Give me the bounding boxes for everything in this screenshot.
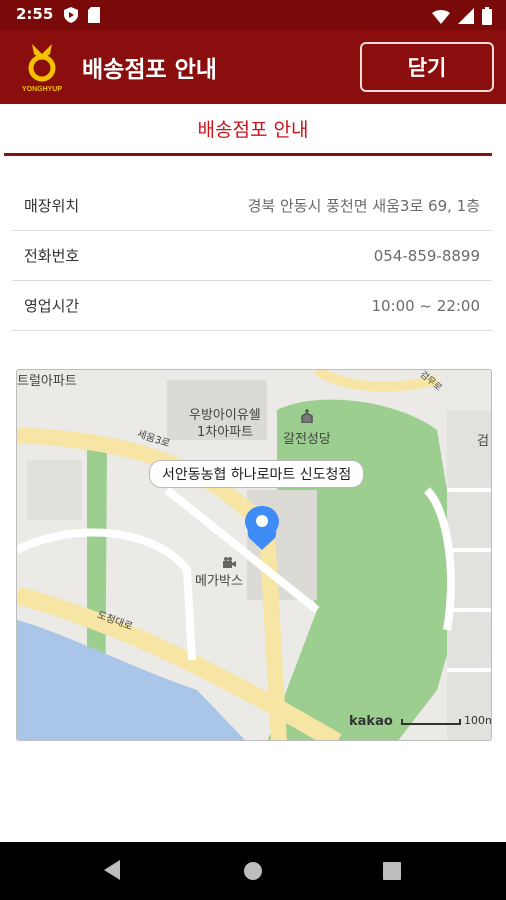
info-row-hours: 영업시간 10:00 ~ 22:00 xyxy=(12,281,492,331)
info-label: 전화번호 xyxy=(24,247,80,265)
info-value: 경북 안동시 풍천면 새움3로 69, 1층 xyxy=(247,197,480,215)
battery-icon xyxy=(482,7,492,29)
app-header: YONGHYUP 배송점포 안내 닫기 xyxy=(0,30,506,104)
section-title: 배송점포 안내 xyxy=(197,119,309,141)
map-label-apartment: 트럴아파트 xyxy=(17,374,77,389)
info-label: 영업시간 xyxy=(24,297,80,315)
status-time: 2:55 xyxy=(16,5,54,23)
store-map[interactable]: 트럴아파트 우방아이유쉘 1차아파트 갈전성당 메가박스 도청대로 세움3로 검… xyxy=(16,369,492,741)
wifi-icon xyxy=(432,9,450,28)
map-label-church: 갈전성당 xyxy=(283,432,331,447)
church-icon xyxy=(301,408,313,427)
home-icon[interactable] xyxy=(243,861,263,885)
logo-text: YONGHYUP xyxy=(22,86,62,93)
back-icon[interactable] xyxy=(102,859,122,885)
cinema-icon xyxy=(222,554,236,573)
info-row-phone: 전화번호 054-859-8899 xyxy=(12,231,492,281)
section-divider xyxy=(4,153,492,156)
map-base xyxy=(17,370,491,740)
nonghyup-logo: YONGHYUP xyxy=(14,40,70,94)
info-row-location: 매장위치 경북 안동시 풍천면 새움3로 69, 1층 xyxy=(12,181,492,231)
cellular-signal-icon xyxy=(458,8,474,28)
store-callout[interactable]: 서안동농협 하나로마트 신도청점 xyxy=(149,460,365,488)
status-bar: 2:55 xyxy=(0,0,506,30)
recents-icon[interactable] xyxy=(383,862,401,884)
system-nav-bar xyxy=(0,842,506,900)
info-value: 10:00 ~ 22:00 xyxy=(371,296,480,315)
map-label-edge: 검 xyxy=(477,434,489,449)
close-button[interactable]: 닫기 xyxy=(360,42,494,92)
header-title: 배송점포 안내 xyxy=(82,57,217,83)
map-scale-label: 100m xyxy=(464,714,491,727)
info-label: 매장위치 xyxy=(24,197,80,215)
sd-card-icon xyxy=(88,7,100,27)
kakao-attribution: kakao xyxy=(349,714,393,729)
map-label-woobang-sub: 1차아파트 xyxy=(197,425,254,440)
shield-play-icon xyxy=(64,7,78,27)
info-value[interactable]: 054-859-8899 xyxy=(374,247,480,265)
map-scale-bar xyxy=(401,719,461,725)
